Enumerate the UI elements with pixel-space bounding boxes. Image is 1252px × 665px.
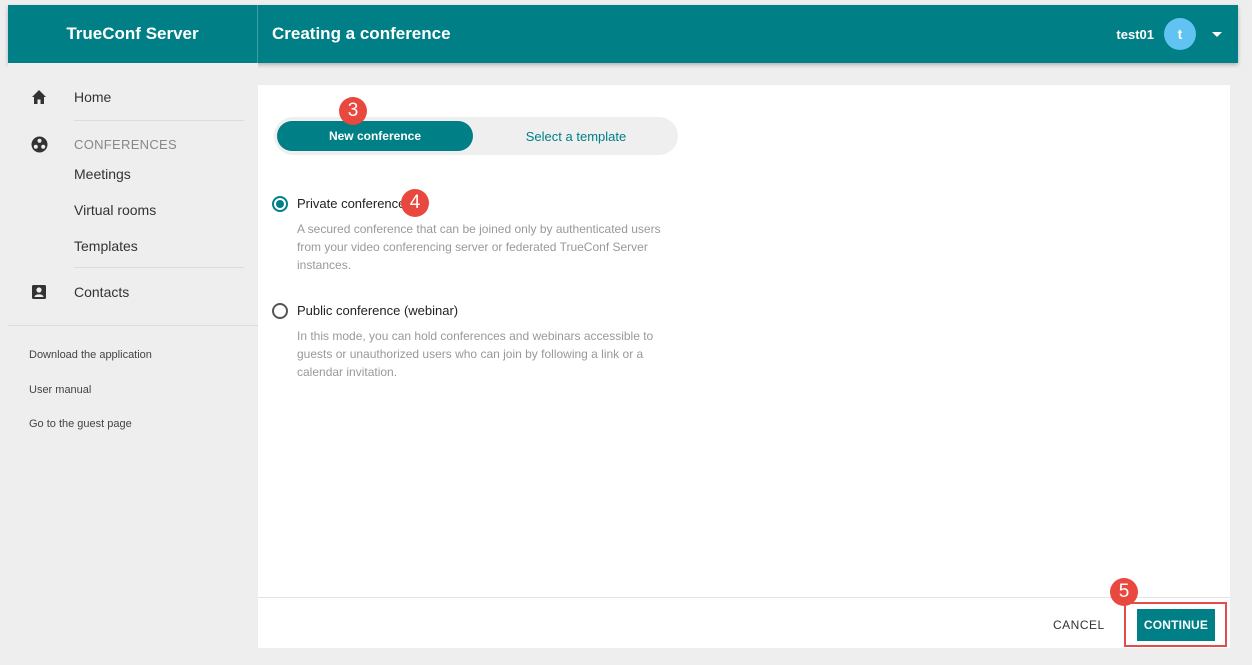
tab-new-conference[interactable]: New conference — [277, 121, 473, 151]
user-menu[interactable]: test01 t — [1116, 5, 1222, 63]
sidebar: Home CONFERENCES Meetings Virtual rooms … — [8, 63, 258, 663]
guest-page-link[interactable]: Go to the guest page — [29, 418, 132, 430]
sidebar-item-home[interactable]: Home — [8, 85, 111, 109]
sidebar-section-conferences: CONFERENCES — [8, 133, 177, 155]
main-card: New conference Select a template Private… — [258, 85, 1230, 648]
mode-toggle: New conference Select a template — [274, 117, 678, 155]
option-title[interactable]: Private conference — [297, 196, 405, 211]
sidebar-item-label: Home — [74, 89, 112, 105]
option-title[interactable]: Public conference (webinar) — [297, 303, 458, 318]
step-marker-5: 5 — [1110, 578, 1138, 606]
download-app-link[interactable]: Download the application — [29, 349, 152, 361]
sidebar-item-virtual-rooms[interactable]: Virtual rooms — [74, 202, 156, 218]
divider — [8, 325, 258, 326]
home-icon — [29, 87, 49, 107]
step-marker-3: 3 — [339, 97, 367, 125]
option-description: A secured conference that can be joined … — [297, 222, 661, 272]
conferences-icon — [29, 134, 49, 154]
sidebar-item-meetings[interactable]: Meetings — [74, 166, 131, 182]
username[interactable]: test01 — [1116, 27, 1154, 42]
tab-select-template[interactable]: Select a template — [478, 121, 674, 151]
private-conference-radio[interactable] — [272, 196, 288, 212]
divider — [74, 267, 244, 268]
footer-divider — [258, 597, 1230, 598]
contacts-icon — [29, 282, 49, 302]
sidebar-item-templates[interactable]: Templates — [74, 238, 138, 254]
divider — [74, 120, 244, 121]
top-bar: TrueConf Server Creating a conference te… — [8, 5, 1238, 63]
chevron-down-icon[interactable] — [1212, 31, 1222, 37]
brand-title[interactable]: TrueConf Server — [8, 5, 258, 63]
step-marker-4: 4 — [401, 189, 429, 217]
sidebar-item-contacts[interactable]: Contacts — [8, 280, 129, 304]
sidebar-item-label: Contacts — [74, 284, 130, 300]
cancel-button[interactable]: CANCEL — [1053, 615, 1105, 635]
sidebar-section-label: CONFERENCES — [74, 136, 177, 152]
user-manual-link[interactable]: User manual — [29, 384, 91, 396]
continue-button[interactable]: CONTINUE — [1137, 609, 1215, 641]
public-conference-radio[interactable] — [272, 303, 288, 319]
option-description: In this mode, you can hold conferences a… — [297, 329, 654, 379]
avatar[interactable]: t — [1164, 18, 1196, 50]
page-title: Creating a conference — [272, 24, 451, 43]
